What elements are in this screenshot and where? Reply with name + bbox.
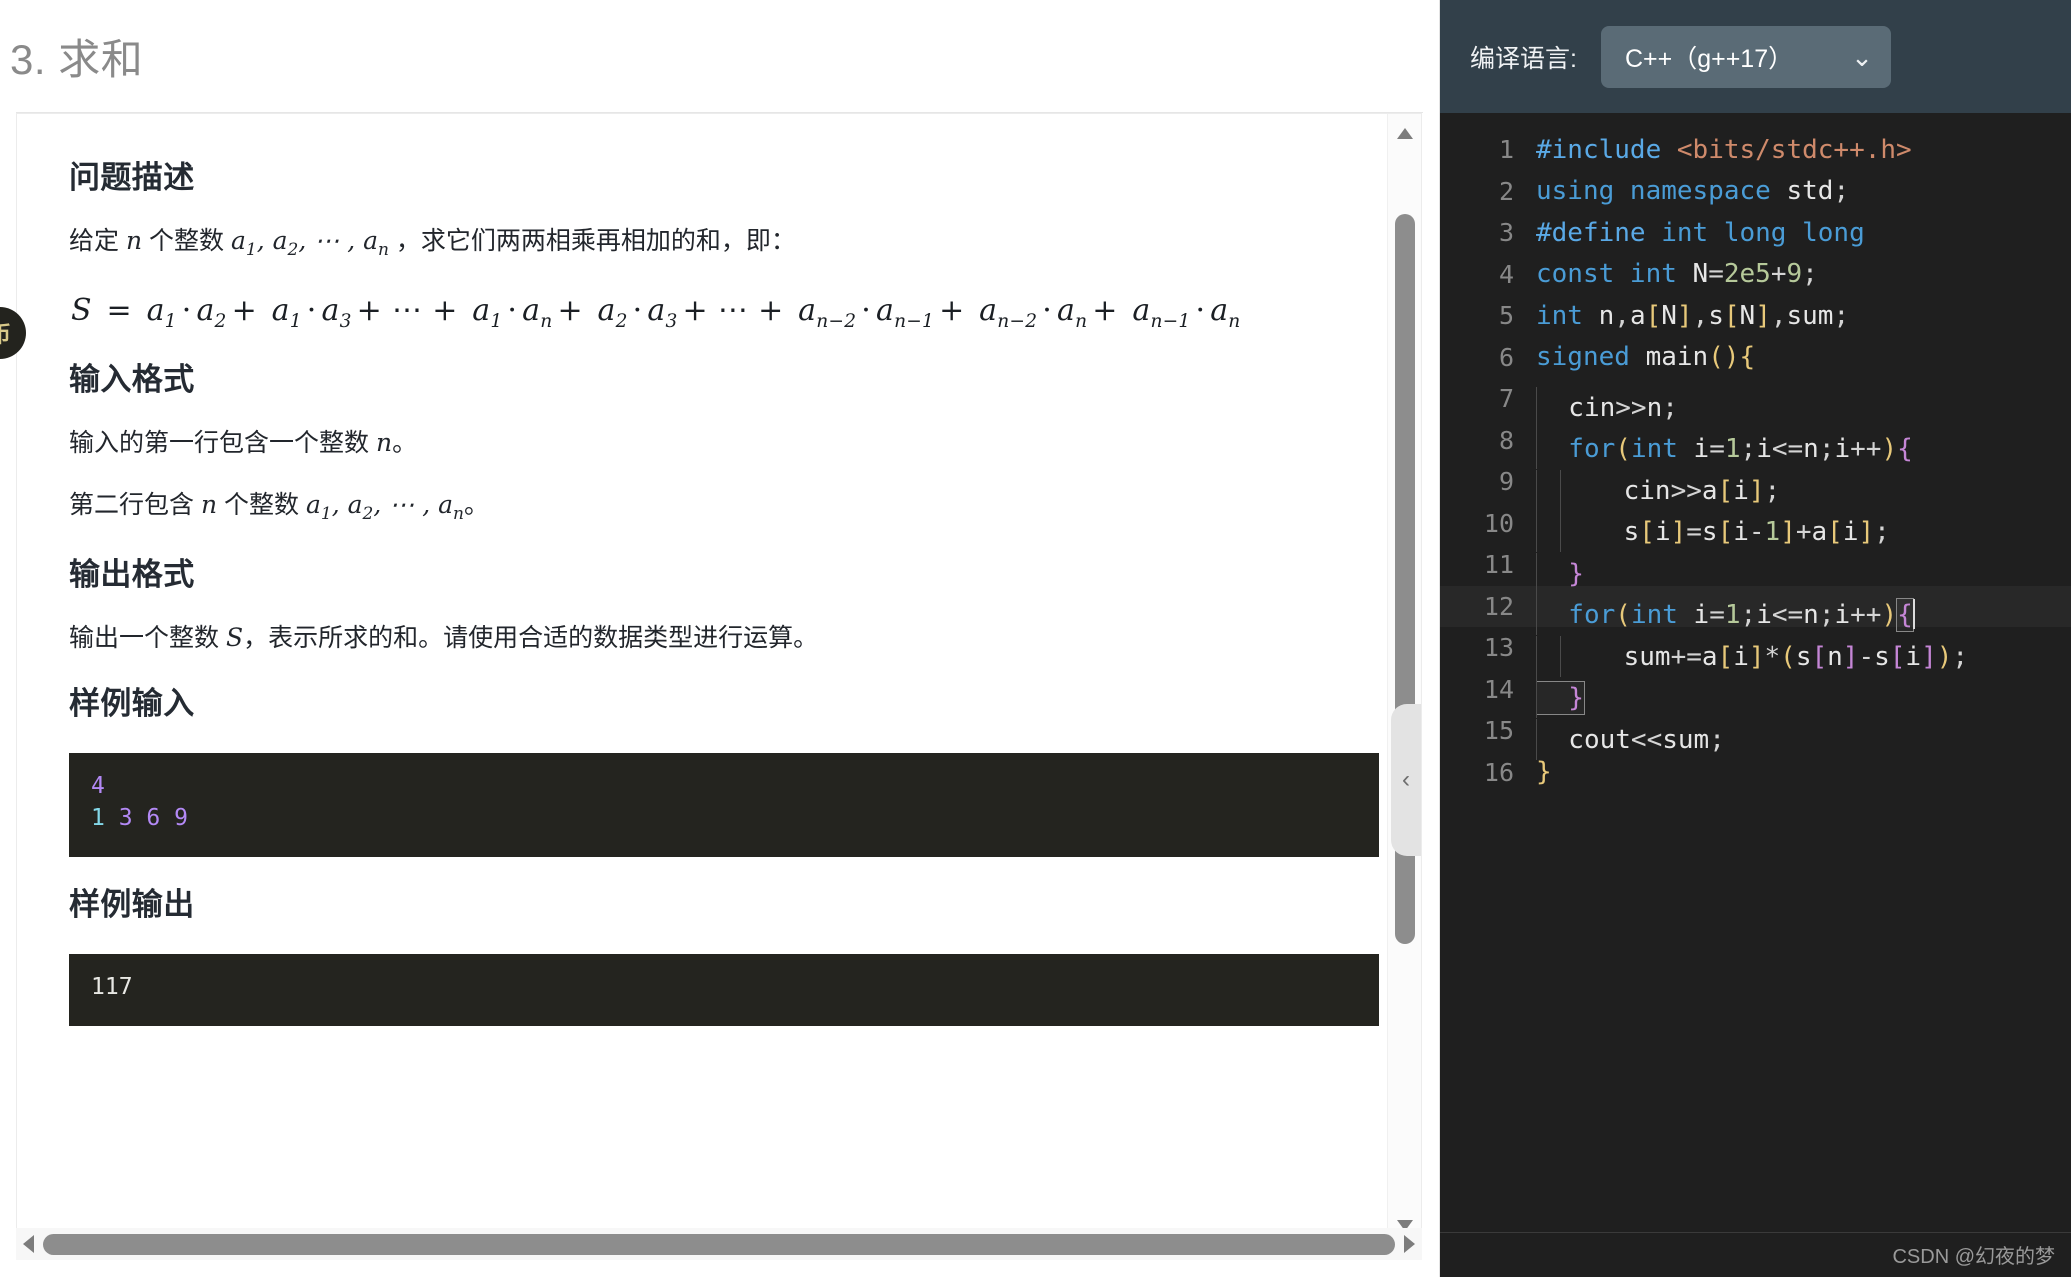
- math-S: S: [225, 622, 244, 652]
- line-number: 12: [1483, 591, 1514, 621]
- code-editor-pane: 编译语言: C++（g++17） ⌄ 1 #include <bits/stdc…: [1440, 0, 2071, 1277]
- chevron-down-icon: ⌄: [1851, 41, 1873, 72]
- sample-output-line: 117: [91, 971, 1357, 1004]
- sample-input-token: 1: [91, 805, 105, 832]
- section-heading-description: 问题描述: [69, 160, 195, 195]
- input-format-line-1: 输入的第一行包含一个整数 n。: [69, 425, 1349, 461]
- code-line[interactable]: 3 #define int long long: [1440, 212, 2071, 254]
- input-line-2-text-a: 第二行包含: [69, 490, 195, 519]
- chevron-left-icon: ‹: [1402, 766, 1410, 793]
- code-line[interactable]: 8 for(int i=1;i<=n;i++){: [1440, 420, 2071, 470]
- editor-toolbar: 编译语言: C++（g++17） ⌄: [1440, 0, 2071, 113]
- line-number: 6: [1498, 342, 1514, 372]
- code-line[interactable]: 6 signed main(){: [1440, 337, 2071, 379]
- line-number: 13: [1483, 633, 1514, 663]
- compile-language-label: 编译语言:: [1470, 44, 1577, 73]
- line-number: 3: [1498, 218, 1514, 248]
- horizontal-scrollbar[interactable]: [16, 1228, 1422, 1260]
- sample-input-line: 1 3 6 9: [91, 802, 1357, 835]
- page-title: 3. 求和: [10, 35, 144, 83]
- sample-output-block: 117: [69, 954, 1379, 1026]
- line-number: 10: [1483, 508, 1514, 538]
- input-line-2-period: 。: [463, 490, 489, 519]
- input-format-line-2: 第二行包含 n 个整数 a1, a2, ⋯ , an。: [69, 487, 1349, 527]
- line-number: 9: [1498, 467, 1514, 497]
- sample-input-line: 4: [91, 770, 1357, 803]
- sample-input-token: 4: [91, 772, 105, 799]
- input-line-2-text-b: 个整数: [224, 490, 300, 519]
- code-line-content[interactable]: #include <bits/stdc++.h>: [1536, 135, 2071, 165]
- scroll-left-arrow-icon[interactable]: [23, 1235, 34, 1253]
- line-number: 1: [1498, 135, 1514, 165]
- code-line[interactable]: 7 cin>>n;: [1440, 378, 2071, 428]
- sample-input-block: 4 1 3 6 9: [69, 752, 1379, 858]
- code-line[interactable]: 4 const int N=2e5+9;: [1440, 254, 2071, 296]
- problem-content-frame: 问题描述 给定 n 个整数 a1, a2, ⋯ , an ，求它们两两相乘再相加…: [16, 113, 1422, 1244]
- code-line[interactable]: 1 #include <bits/stdc++.h>: [1440, 129, 2071, 171]
- input-line-1-text: 输入的第一行包含一个整数: [69, 428, 370, 457]
- math-n-2: n: [375, 427, 393, 457]
- math-n-3: n: [200, 489, 218, 519]
- problem-editor-page: 3. 求和 问题描述 给定 n 个整数 a1, a2, ⋯ , an ，求它们两…: [0, 0, 2071, 1277]
- section-heading-sample-output: 样例输出: [69, 887, 195, 923]
- sample-input-token: 3 6 9: [104, 805, 188, 832]
- section-heading-sample-input: 样例输入: [69, 685, 195, 721]
- code-line[interactable]: 2 using namespace std;: [1440, 171, 2071, 213]
- line-number: 15: [1483, 716, 1514, 746]
- code-line[interactable]: 13 sum+=a[i]*(s[n]-s[i]);: [1440, 627, 2071, 677]
- code-line[interactable]: 11 }: [1440, 544, 2071, 594]
- output-line-text-a: 输出一个整数: [69, 623, 220, 652]
- code-editor-area[interactable]: 1 #include <bits/stdc++.h> 2 using names…: [1440, 113, 2071, 1277]
- input-line-1-period: 。: [392, 428, 418, 457]
- horizontal-scrollbar-thumb[interactable]: [43, 1233, 1395, 1255]
- code-line[interactable]: 14 }: [1440, 669, 2071, 719]
- sample-output-token: 117: [91, 974, 133, 1001]
- code-line-content[interactable]: signed main(){: [1536, 342, 2071, 372]
- language-select[interactable]: C++（g++17） ⌄: [1600, 25, 1891, 88]
- code-line-active[interactable]: 12 for(int i=1;i<=n;i++){: [1440, 585, 2071, 635]
- problem-pane: 3. 求和 问题描述 给定 n 个整数 a1, a2, ⋯ , an ，求它们两…: [0, 0, 1440, 1277]
- code-line[interactable]: 10 s[i]=s[i-1]+a[i];: [1440, 503, 2071, 553]
- line-number: 7: [1498, 384, 1514, 414]
- line-number: 8: [1498, 425, 1514, 455]
- vertical-scrollbar[interactable]: [1387, 114, 1421, 1243]
- section-heading-output-format: 输出格式: [69, 556, 195, 592]
- line-number: 5: [1498, 301, 1514, 331]
- scroll-up-arrow-icon[interactable]: [1397, 128, 1413, 139]
- line-number: 14: [1483, 674, 1514, 704]
- section-heading-input-format: 输入格式: [69, 361, 195, 397]
- scroll-right-arrow-icon[interactable]: [1404, 1235, 1415, 1253]
- code-line[interactable]: 15 cout<<sum;: [1440, 707, 2071, 760]
- line-number: 2: [1498, 176, 1514, 206]
- code-line-content[interactable]: #define int long long: [1536, 218, 2071, 248]
- code-line-content[interactable]: }: [1536, 757, 2071, 787]
- formula-display: S = a1 · a2 + a1 · a3 + ⋯ + a1 · an + a2 · a3 + ⋯ + an−2…: [71, 292, 1241, 332]
- math-n-1: n: [125, 226, 143, 255]
- code-line-content[interactable]: using namespace std;: [1536, 176, 2071, 206]
- code-line-content[interactable]: const int N=2e5+9;: [1536, 259, 2071, 289]
- line-number: 4: [1498, 259, 1514, 289]
- watermark-text: CSDN @幻夜的梦: [1892, 1246, 2055, 1268]
- code-line[interactable]: 5 int n,a[N],s[N],sum;: [1440, 295, 2071, 337]
- problem-content-scroll[interactable]: 问题描述 给定 n 个整数 a1, a2, ⋯ , an ，求它们两两相乘再相加…: [17, 114, 1389, 1243]
- description-text-3: ，求它们两两相乘再相加的和，即：: [395, 227, 796, 255]
- math-a-sequence-1: a1, a2, ⋯ , an: [231, 226, 389, 260]
- collapse-panel-handle[interactable]: ‹: [1391, 704, 1421, 856]
- description-paragraph: 给定 n 个整数 a1, a2, ⋯ , an ，求它们两两相乘再相加的和，即：: [69, 223, 1349, 263]
- line-number: 16: [1483, 757, 1514, 787]
- code-line-content[interactable]: cout<<sum;: [1536, 707, 2071, 760]
- code-line-content[interactable]: int n,a[N],s[N],sum;: [1536, 301, 2071, 331]
- math-a-sequence-2: a1, a2, ⋯ , an: [306, 489, 464, 524]
- output-format-line: 输出一个整数 S，表示所求的和。请使用合适的数据类型进行运算。: [69, 620, 1349, 656]
- code-line[interactable]: 16 }: [1440, 752, 2071, 794]
- description-text-1: 给定: [69, 227, 120, 255]
- line-number: 11: [1483, 550, 1514, 580]
- output-line-text-b: ，表示所求的和。请使用合适的数据类型进行运算。: [243, 623, 819, 652]
- watermark-divider: [1440, 1232, 2071, 1233]
- description-text-2: 个整数: [149, 227, 225, 255]
- language-select-value: C++（g++17）: [1624, 44, 1794, 73]
- code-line[interactable]: 9 cin>>a[i];: [1440, 461, 2071, 511]
